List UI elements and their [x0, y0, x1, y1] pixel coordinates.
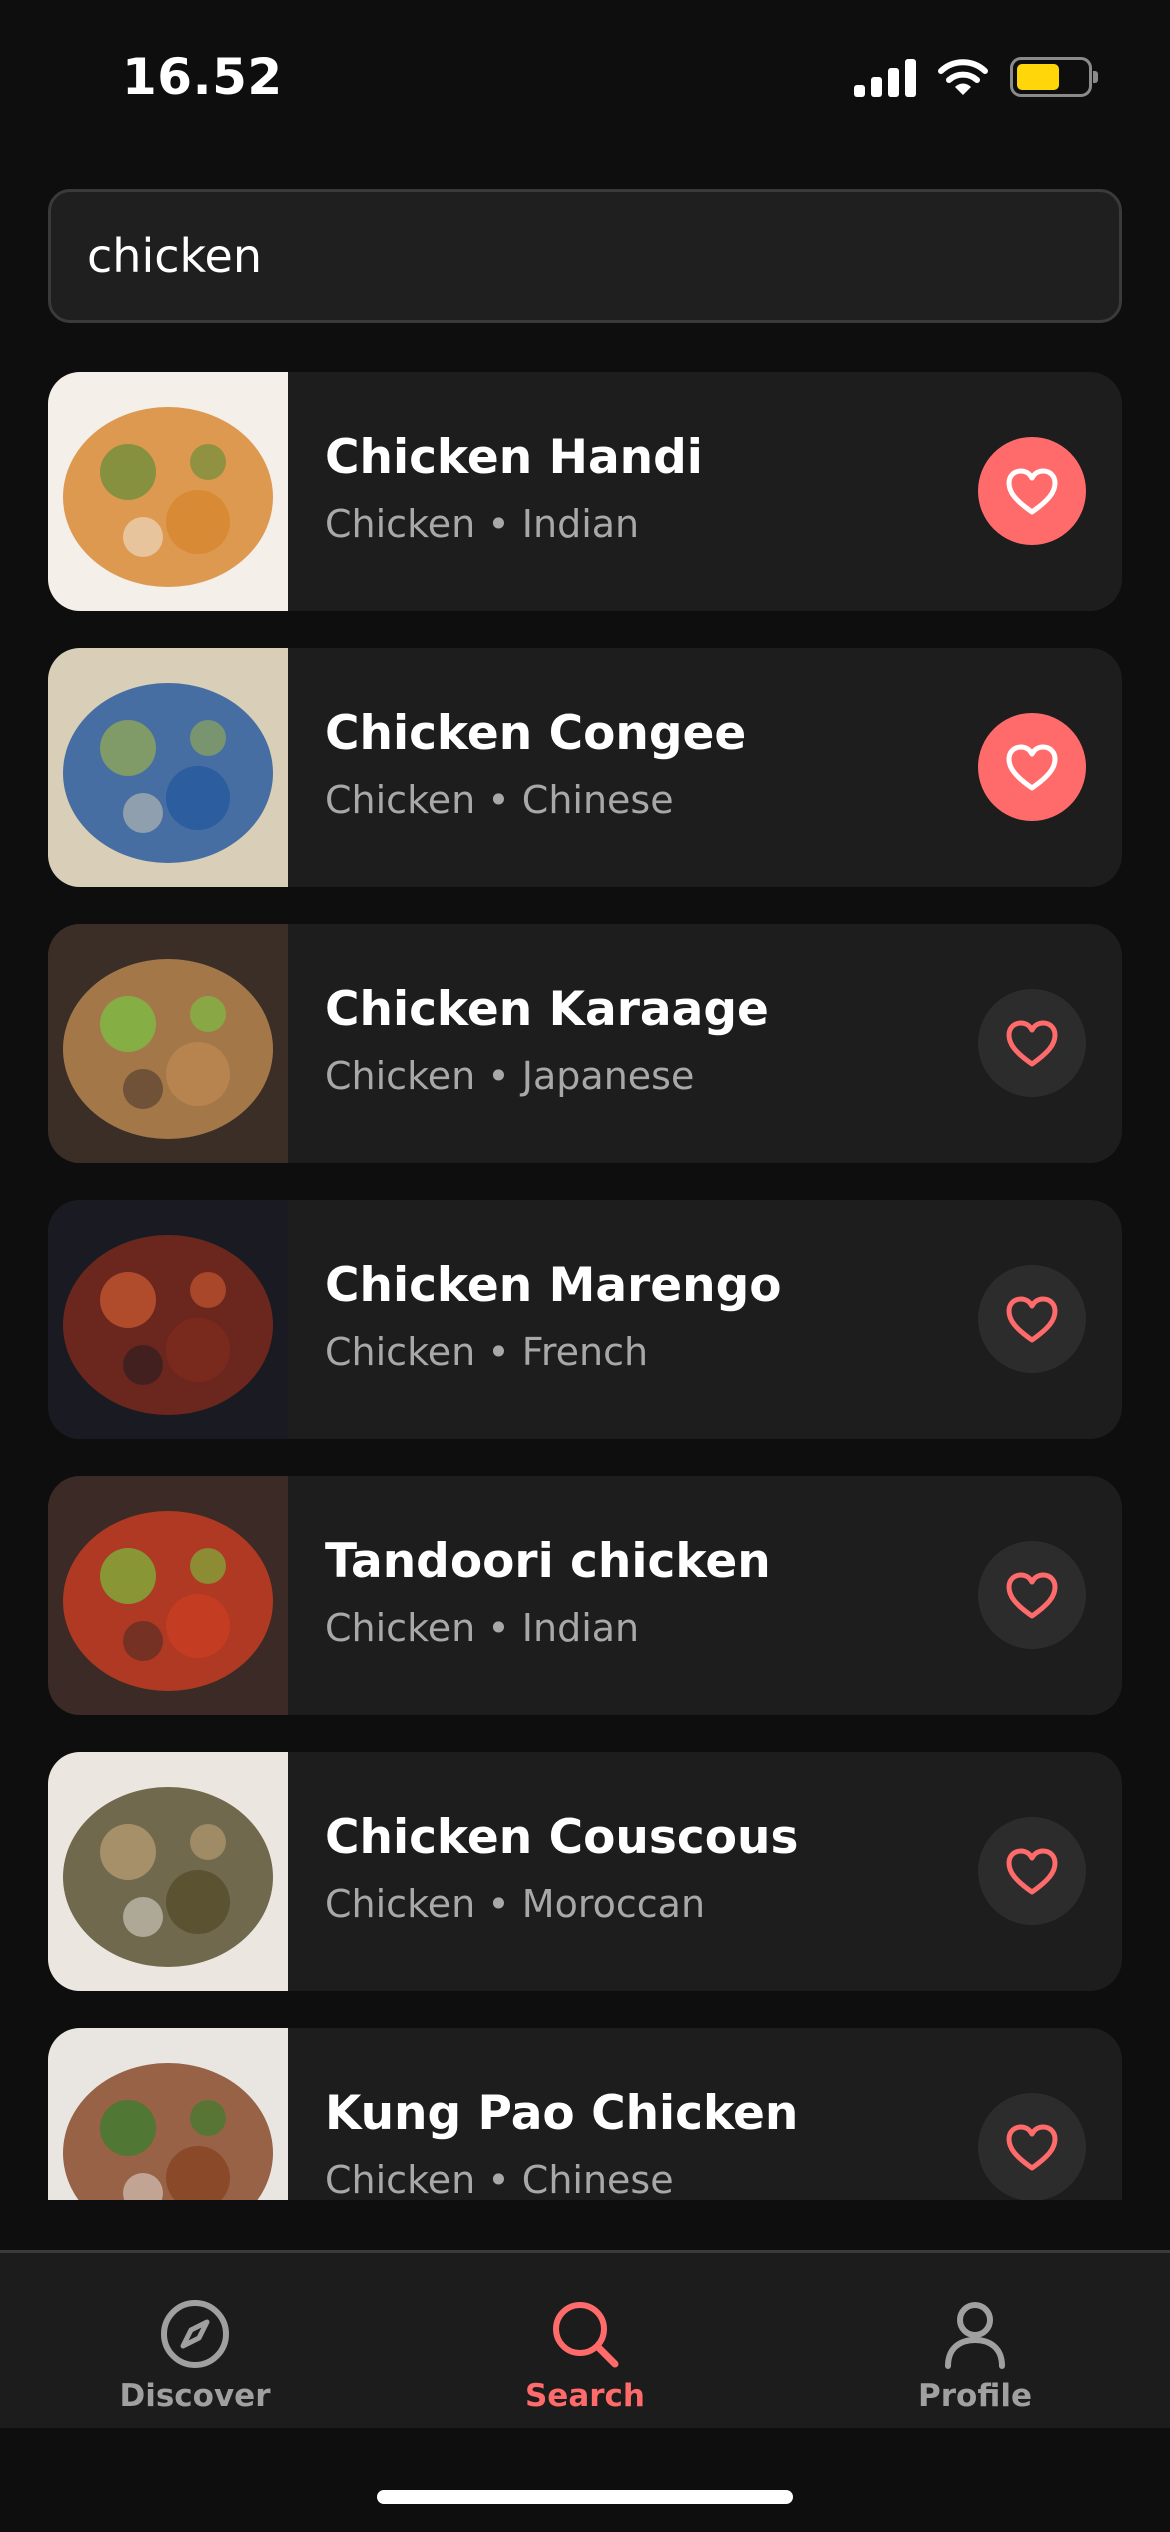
tab-bar: Discover Search Profile — [0, 2250, 1170, 2428]
recipe-title: Kung Pao Chicken — [325, 2086, 799, 2141]
meta-separator: • — [487, 1882, 510, 1926]
recipe-category: Chicken — [325, 778, 476, 822]
results-list[interactable]: Chicken Handi Chicken • Indian Chicken C… — [48, 372, 1122, 2200]
meta-separator: • — [487, 778, 510, 822]
search-icon — [553, 2302, 619, 2368]
recipe-cuisine: Chinese — [521, 778, 674, 822]
favorite-button[interactable] — [978, 1817, 1086, 1925]
favorite-button[interactable] — [978, 2093, 1086, 2200]
recipe-category: Chicken — [325, 2158, 476, 2200]
meta-separator: • — [487, 1054, 510, 1098]
result-card[interactable]: Chicken Handi Chicken • Indian — [48, 372, 1122, 611]
result-card[interactable]: Chicken Congee Chicken • Chinese — [48, 648, 1122, 887]
person-icon — [945, 2302, 1005, 2369]
recipe-meta: Chicken • Indian — [325, 502, 639, 546]
status-icons — [854, 55, 1098, 99]
recipe-title: Tandoori chicken — [325, 1534, 771, 1589]
recipe-cuisine: Indian — [521, 1606, 640, 1650]
cellular-signal-icon — [854, 57, 916, 97]
recipe-thumbnail — [48, 924, 288, 1163]
recipe-cuisine: French — [521, 1330, 649, 1374]
recipe-cuisine: Moroccan — [521, 1882, 706, 1926]
recipe-title: Chicken Karaage — [325, 982, 769, 1037]
heart-icon — [1006, 744, 1058, 791]
favorite-button[interactable] — [978, 437, 1086, 545]
recipe-title: Chicken Congee — [325, 706, 747, 761]
recipe-category: Chicken — [325, 1054, 476, 1098]
tab-search[interactable]: Search — [390, 2253, 780, 2428]
recipe-thumbnail — [48, 372, 288, 611]
recipe-thumbnail — [48, 1200, 288, 1439]
favorite-button[interactable] — [978, 989, 1086, 1097]
heart-icon — [1006, 1572, 1058, 1619]
meta-separator: • — [487, 1606, 510, 1650]
home-indicator[interactable] — [377, 2490, 793, 2504]
battery-level — [1017, 64, 1059, 90]
meta-separator: • — [487, 1330, 510, 1374]
recipe-meta: Chicken • Japanese — [325, 1054, 694, 1098]
recipe-title: Chicken Handi — [325, 430, 703, 485]
wifi-icon — [938, 59, 988, 95]
recipe-category: Chicken — [325, 502, 476, 546]
heart-icon — [1006, 468, 1058, 515]
result-card[interactable]: Chicken Karaage Chicken • Japanese — [48, 924, 1122, 1163]
meta-separator: • — [487, 2158, 510, 2200]
favorite-button[interactable] — [978, 1265, 1086, 1373]
status-time: 16.52 — [122, 48, 283, 106]
recipe-category: Chicken — [325, 1330, 476, 1374]
recipe-title: Chicken Couscous — [325, 1810, 799, 1865]
result-card[interactable]: Tandoori chicken Chicken • Indian — [48, 1476, 1122, 1715]
result-card[interactable]: Chicken Couscous Chicken • Moroccan — [48, 1752, 1122, 1991]
recipe-thumbnail — [48, 648, 288, 887]
result-card[interactable]: Kung Pao Chicken Chicken • Chinese — [48, 2028, 1122, 2200]
result-card[interactable]: Chicken Marengo Chicken • French — [48, 1200, 1122, 1439]
recipe-category: Chicken — [325, 1882, 476, 1926]
recipe-meta: Chicken • Moroccan — [325, 1882, 705, 1926]
tab-label: Search — [524, 2378, 645, 2414]
heart-icon — [1006, 1020, 1058, 1067]
favorite-button[interactable] — [978, 1541, 1086, 1649]
tab-profile[interactable]: Profile — [780, 2253, 1170, 2428]
recipe-meta: Chicken • French — [325, 1330, 648, 1374]
tab-discover[interactable]: Discover — [0, 2253, 390, 2428]
recipe-cuisine: Chinese — [521, 2158, 674, 2200]
search-input[interactable] — [48, 189, 1122, 323]
tab-label: Discover — [119, 2378, 271, 2414]
battery-icon — [1010, 57, 1098, 97]
recipe-thumbnail — [48, 1476, 288, 1715]
recipe-cuisine: Indian — [521, 502, 640, 546]
compass-icon — [161, 2300, 229, 2368]
recipe-category: Chicken — [325, 1606, 476, 1650]
favorite-button[interactable] — [978, 713, 1086, 821]
recipe-meta: Chicken • Chinese — [325, 778, 674, 822]
recipe-thumbnail — [48, 1752, 288, 1991]
recipe-meta: Chicken • Indian — [325, 1606, 639, 1650]
recipe-meta: Chicken • Chinese — [325, 2158, 674, 2200]
heart-icon — [1006, 1296, 1058, 1343]
recipe-title: Chicken Marengo — [325, 1258, 782, 1313]
recipe-cuisine: Japanese — [521, 1054, 695, 1098]
heart-icon — [1006, 2124, 1058, 2171]
status-bar: 16.52 — [0, 0, 1170, 150]
meta-separator: • — [487, 502, 510, 546]
recipe-thumbnail — [48, 2028, 288, 2200]
tab-label: Profile — [918, 2378, 1032, 2414]
heart-icon — [1006, 1848, 1058, 1895]
